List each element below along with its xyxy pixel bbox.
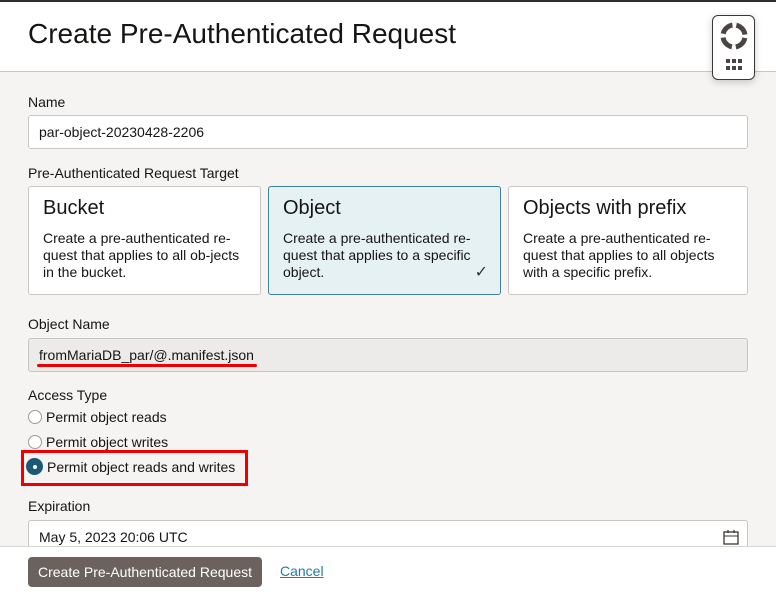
radio-permit-reads[interactable]: Permit object reads (28, 409, 167, 425)
cancel-link[interactable]: Cancel (280, 563, 324, 579)
lifebuoy-icon (720, 22, 748, 70)
radio-button[interactable] (28, 435, 42, 449)
dialog-header: Create Pre-Authenticated Request (0, 2, 776, 72)
expiration-label: Expiration (28, 498, 91, 514)
name-label: Name (28, 94, 66, 110)
card-title: Bucket (43, 197, 105, 219)
dialog-title: Create Pre-Authenticated Request (28, 18, 457, 49)
target-card-bucket[interactable]: Bucket Create a pre-authenticated re-que… (28, 186, 261, 295)
card-title: Object (283, 197, 341, 219)
target-label: Pre-Authenticated Request Target (28, 165, 239, 181)
radio-permit-writes[interactable]: Permit object writes (28, 434, 168, 450)
target-card-object[interactable]: Object Create a pre-authenticated re-que… (268, 186, 501, 295)
radio-button[interactable] (28, 410, 42, 424)
card-description: Create a pre-authenticated re-quest that… (283, 230, 471, 280)
object-name-label: Object Name (28, 316, 110, 332)
red-underline-annotation (37, 364, 257, 367)
name-input[interactable]: par-object-20230428-2206 (28, 115, 748, 149)
expiration-value: May 5, 2023 20:06 UTC (39, 529, 188, 545)
create-par-button[interactable]: Create Pre-Authenticated Request (28, 557, 262, 587)
radio-label: Permit object reads (46, 409, 167, 425)
checkmark-icon: ✓ (474, 264, 488, 281)
card-description: Create a pre-authenticated re-quest that… (43, 230, 240, 280)
help-widget[interactable] (712, 15, 755, 80)
target-card-prefix[interactable]: Objects with prefix Create a pre-authent… (508, 186, 748, 295)
card-title: Objects with prefix (523, 197, 687, 219)
access-type-label: Access Type (28, 387, 108, 403)
dialog-footer: Create Pre-Authenticated Request Cancel (0, 546, 776, 592)
red-highlight-annotation (21, 450, 248, 486)
calendar-icon[interactable] (723, 529, 739, 545)
card-description: Create a pre-authenticated re-quest that… (523, 230, 715, 280)
radio-label: Permit object writes (46, 434, 169, 450)
